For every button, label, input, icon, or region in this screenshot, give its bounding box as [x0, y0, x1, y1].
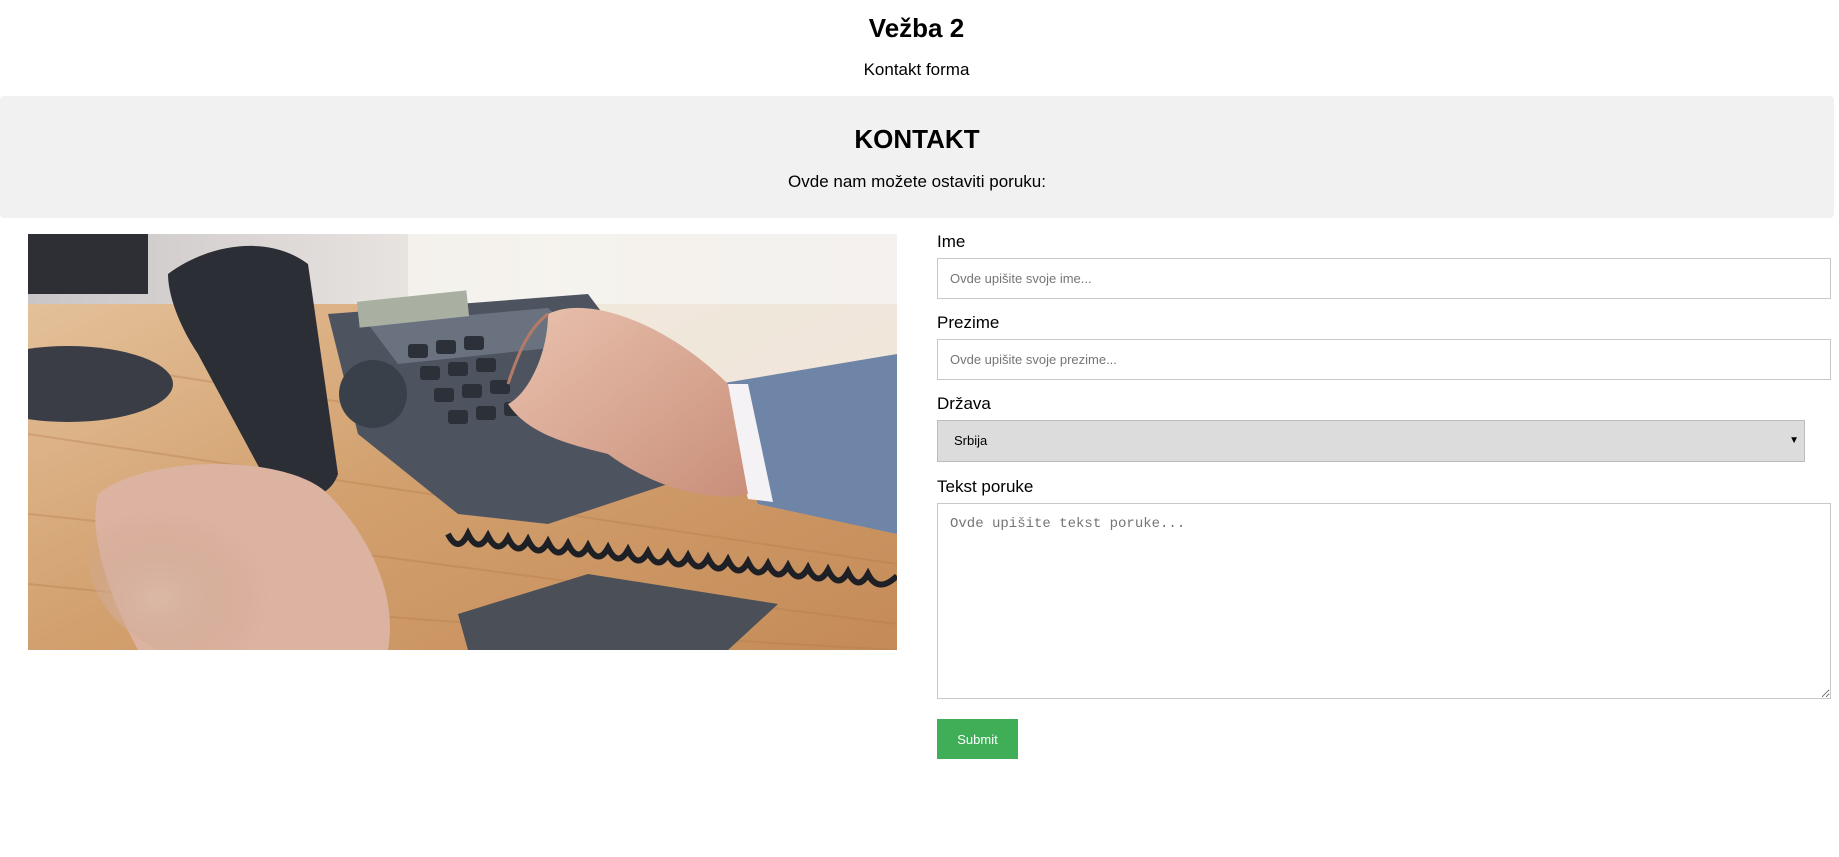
last-name-input[interactable]: [937, 339, 1831, 380]
country-select[interactable]: Srbija ▼: [937, 420, 1805, 462]
submit-button[interactable]: Submit: [937, 719, 1018, 759]
contact-banner: KONTAKT Ovde nam možete ostaviti poruku:: [0, 96, 1834, 218]
first-name-label: Ime: [937, 232, 966, 251]
first-name-input[interactable]: [937, 258, 1831, 299]
message-label: Tekst poruke: [937, 477, 1034, 496]
page-subtitle: Kontakt forma: [863, 60, 970, 79]
last-name-label: Prezime: [937, 313, 1000, 332]
contact-photo: [28, 234, 897, 650]
page-header: Vežba 2 Kontakt forma: [0, 0, 1833, 96]
phone-desk-image: [28, 234, 897, 650]
country-label: Država: [937, 394, 991, 413]
message-textarea[interactable]: [937, 503, 1831, 699]
page-title: Vežba 2: [868, 13, 965, 43]
contact-heading: KONTAKT: [854, 124, 980, 154]
contact-intro-text: Ovde nam možete ostaviti poruku:: [788, 172, 1046, 191]
dropdown-arrow-icon: ▼: [1789, 435, 1799, 446]
country-select-value: Srbija: [954, 433, 988, 448]
